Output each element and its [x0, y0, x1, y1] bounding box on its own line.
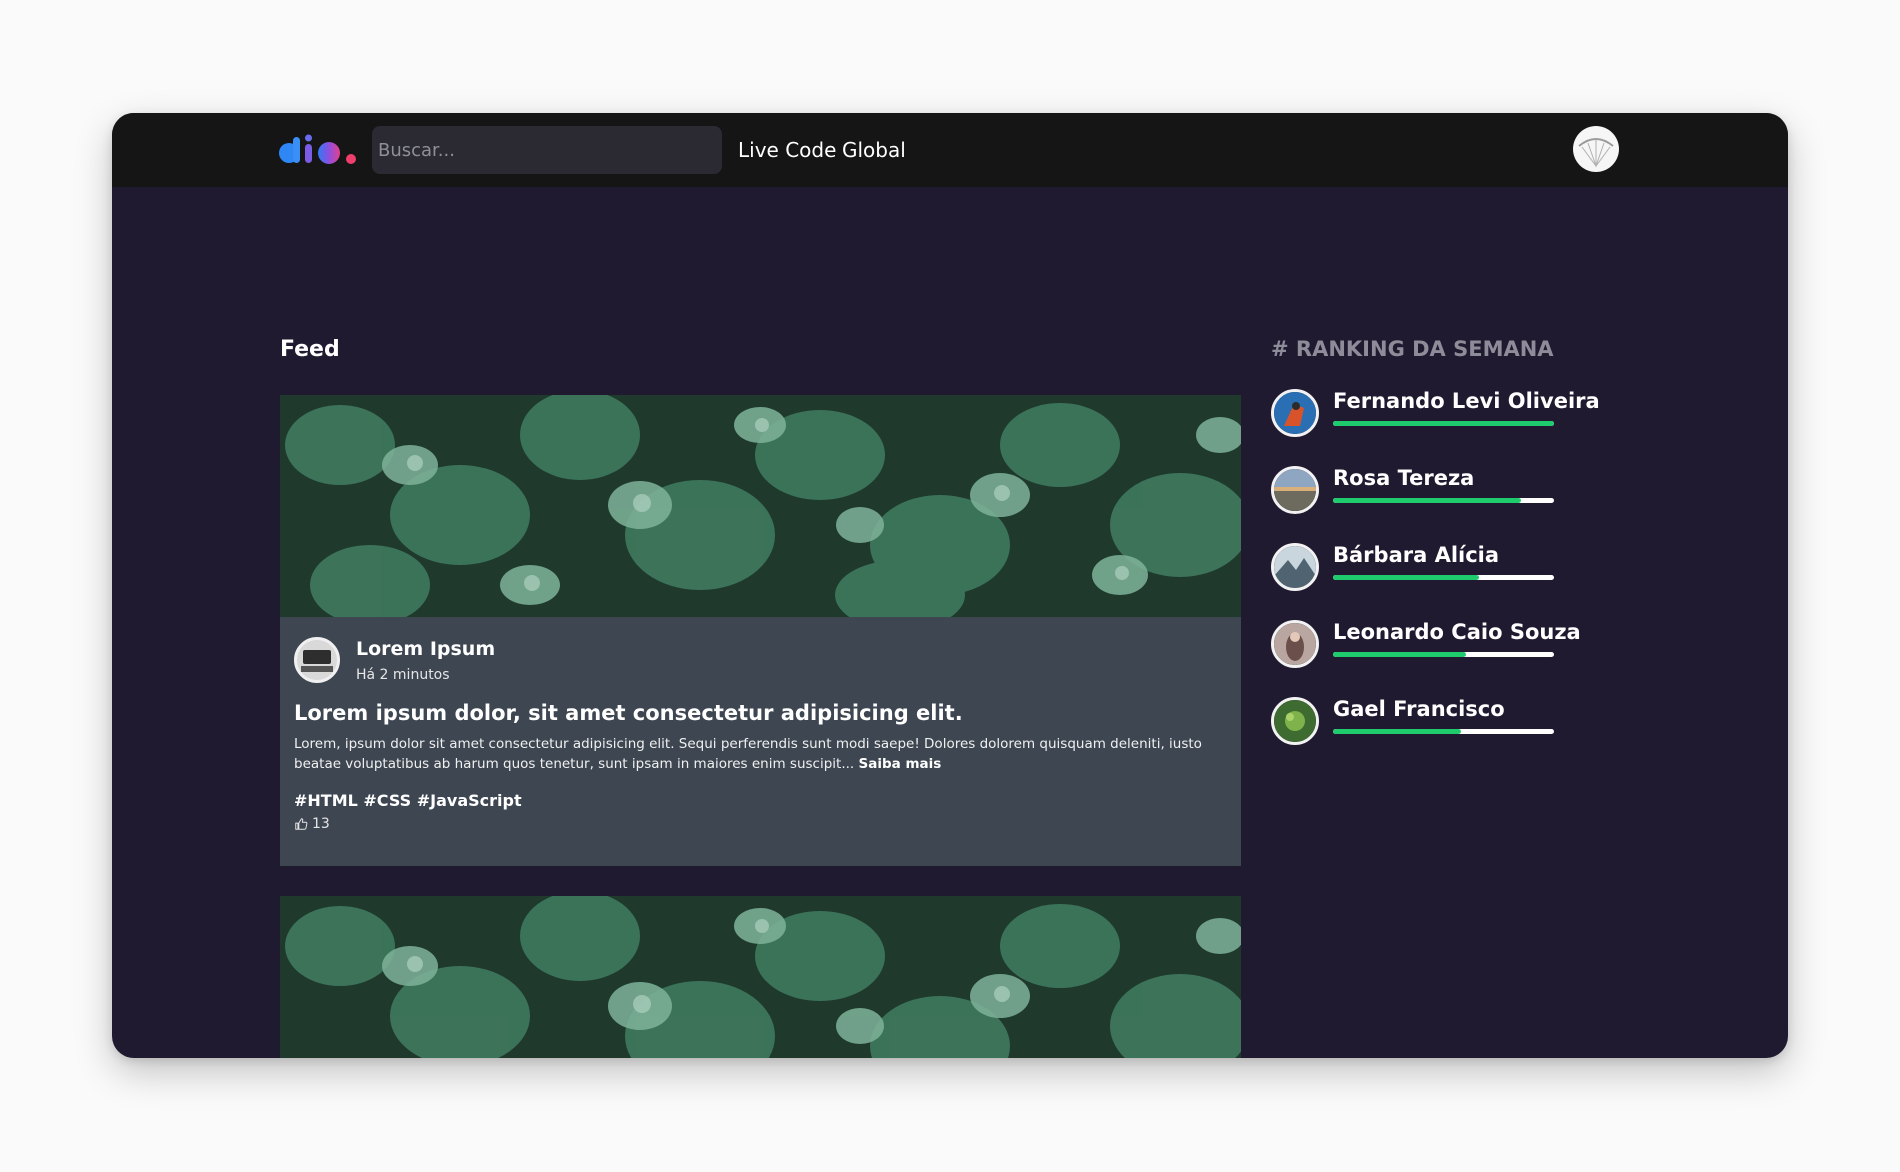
ranking-progress-fill: [1333, 421, 1554, 426]
ranking-progress-fill: [1333, 729, 1462, 734]
top-header: Live Code Global: [112, 113, 1788, 187]
ranking-name[interactable]: Bárbara Alícia: [1333, 543, 1499, 567]
ranking-item[interactable]: Fernando Levi Oliveira: [1271, 389, 1611, 439]
ranking-avatar: [1271, 389, 1319, 437]
post-tags[interactable]: #HTML #CSS #JavaScript: [294, 791, 522, 810]
ranking-progress-bar: [1333, 652, 1554, 657]
ranking-avatar: [1271, 466, 1319, 514]
ranking-item[interactable]: Leonardo Caio Souza: [1271, 620, 1611, 670]
post-card: Lorem Ipsum Há 2 minutos Lorem ipsum dol…: [280, 395, 1241, 866]
dio-logo[interactable]: [278, 134, 360, 166]
user-avatar[interactable]: [1573, 126, 1619, 172]
ranking-progress-fill: [1333, 498, 1521, 503]
ranking-name[interactable]: Fernando Levi Oliveira: [1333, 389, 1600, 413]
likes-count: 13: [312, 816, 330, 832]
author-avatar-image: [297, 640, 337, 680]
ranking-name[interactable]: Rosa Tereza: [1333, 466, 1474, 490]
ranking-item[interactable]: Gael Francisco: [1271, 697, 1611, 747]
post-image-2: [280, 896, 1241, 1058]
author-name[interactable]: Lorem Ipsum: [356, 638, 495, 660]
post-card-2: [280, 896, 1241, 1058]
read-more-link[interactable]: Saiba mais: [859, 756, 942, 772]
ranking-progress-bar: [1333, 421, 1554, 426]
ranking-progress-bar: [1333, 498, 1554, 503]
user-avatar-image: [1574, 127, 1618, 171]
ranking-progress-bar: [1333, 575, 1554, 580]
post-text-content: Lorem, ipsum dolor sit amet consectetur …: [294, 736, 1202, 772]
thumbs-up-icon: [295, 818, 308, 830]
post-time: Há 2 minutos: [356, 667, 450, 683]
ranking-name[interactable]: Leonardo Caio Souza: [1333, 620, 1581, 644]
author-avatar[interactable]: [294, 637, 340, 683]
post-image: [280, 395, 1241, 617]
ranking-name[interactable]: Gael Francisco: [1333, 697, 1505, 721]
ranking-item[interactable]: Bárbara Alícia: [1271, 543, 1611, 593]
ranking-avatar-image: [1274, 392, 1316, 434]
ranking-avatar-image: [1274, 700, 1316, 742]
ranking-title: # RANKING DA SEMANA: [1271, 337, 1554, 361]
search-input[interactable]: [372, 126, 722, 174]
ranking-progress-fill: [1333, 575, 1479, 580]
ranking-avatar: [1271, 543, 1319, 591]
nav-live-code[interactable]: Live Code: [738, 137, 836, 163]
nav-global[interactable]: Global: [842, 137, 906, 163]
post-title: Lorem ipsum dolor, sit amet consectetur …: [294, 701, 963, 725]
ranking-avatar-image: [1274, 546, 1316, 588]
post-text: Lorem, ipsum dolor sit amet consectetur …: [294, 734, 1224, 774]
ranking-avatar-image: [1274, 623, 1316, 665]
feed-title: Feed: [280, 337, 340, 362]
ranking-avatar: [1271, 620, 1319, 668]
ranking-item[interactable]: Rosa Tereza: [1271, 466, 1611, 516]
ranking-progress-bar: [1333, 729, 1554, 734]
ranking-avatar-image: [1274, 469, 1316, 511]
likes-counter[interactable]: 13: [294, 816, 330, 832]
ranking-avatar: [1271, 697, 1319, 745]
app-window: Live Code Global Feed: [112, 113, 1788, 1058]
ranking-progress-fill: [1333, 652, 1466, 657]
